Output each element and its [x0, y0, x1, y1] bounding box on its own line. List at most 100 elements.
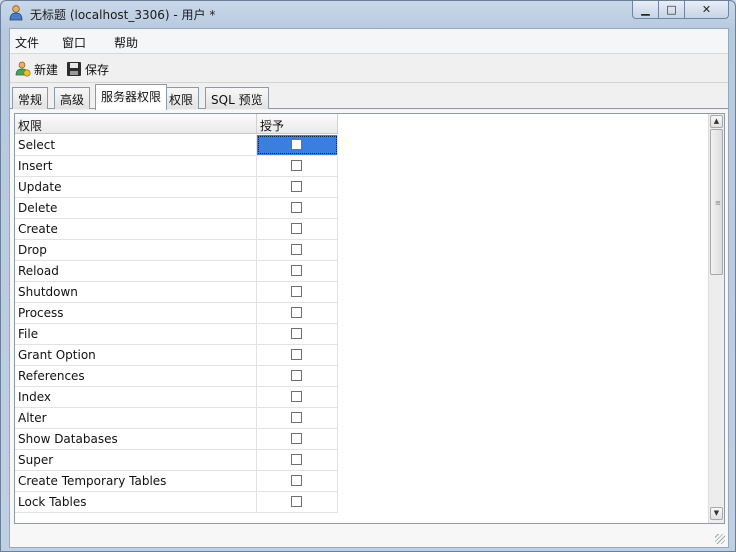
grant-cell[interactable]	[257, 387, 338, 407]
privileges-grid: 权限 授予 Select Insert Update Delete Create Drop…	[14, 113, 725, 524]
grant-checkbox[interactable]	[291, 223, 302, 234]
tab-general[interactable]: 常规	[12, 87, 49, 109]
table-row[interactable]: Create Temporary Tables	[15, 471, 338, 492]
privilege-name-cell[interactable]: Insert	[15, 156, 257, 176]
table-row[interactable]: Create	[15, 219, 338, 240]
vertical-scrollbar[interactable]: ▲ ≡ ▼	[708, 114, 724, 523]
window-title: 无标题 (localhost_3306) - 用户 *	[30, 8, 216, 22]
privilege-name-cell[interactable]: Select	[15, 135, 257, 155]
grant-cell[interactable]	[257, 219, 338, 239]
table-row[interactable]: Lock Tables	[15, 492, 338, 513]
maximize-button[interactable]: □	[659, 1, 685, 19]
grant-checkbox[interactable]	[291, 160, 302, 171]
grant-cell[interactable]	[257, 324, 338, 344]
table-row[interactable]: Process	[15, 303, 338, 324]
menu-file[interactable]: 文件	[15, 34, 39, 51]
privilege-name-cell[interactable]: Delete	[15, 198, 257, 218]
title-bar[interactable]: 无标题 (localhost_3306) - 用户 * ▁ □ ✕	[1, 1, 735, 27]
column-header-grant[interactable]: 授予	[257, 114, 338, 134]
privilege-name-cell[interactable]: Create	[15, 219, 257, 239]
grant-cell[interactable]	[257, 177, 338, 197]
privilege-name-cell[interactable]: Shutdown	[15, 282, 257, 302]
table-row[interactable]: Index	[15, 387, 338, 408]
close-button[interactable]: ✕	[685, 1, 729, 19]
grant-checkbox[interactable]	[291, 244, 302, 255]
table-row[interactable]: Delete	[15, 198, 338, 219]
column-header-privilege[interactable]: 权限	[15, 114, 257, 134]
privilege-name-cell[interactable]: Show Databases	[15, 429, 257, 449]
grant-cell[interactable]	[257, 345, 338, 365]
table-row[interactable]: Insert	[15, 156, 338, 177]
grant-checkbox[interactable]	[291, 181, 302, 192]
grant-cell[interactable]	[257, 303, 338, 323]
grant-checkbox[interactable]	[291, 286, 302, 297]
grant-checkbox[interactable]	[291, 391, 302, 402]
privilege-name-cell[interactable]: Super	[15, 450, 257, 470]
tab-sql-preview[interactable]: SQL 预览	[205, 87, 269, 109]
grant-cell[interactable]	[257, 282, 338, 302]
grant-cell[interactable]	[257, 429, 338, 449]
table-row[interactable]: Select	[15, 135, 338, 156]
tab-privileges[interactable]: 权限	[163, 87, 200, 109]
grant-checkbox[interactable]	[291, 328, 302, 339]
privilege-name-cell[interactable]: Process	[15, 303, 257, 323]
table-row[interactable]: Show Databases	[15, 429, 338, 450]
grant-checkbox[interactable]	[291, 202, 302, 213]
menu-window[interactable]: 窗口	[62, 34, 86, 51]
grant-checkbox[interactable]	[291, 307, 302, 318]
scroll-down-button[interactable]: ▼	[710, 507, 723, 520]
new-button[interactable]: 新建	[15, 60, 58, 78]
privilege-name-cell[interactable]: Drop	[15, 240, 257, 260]
tab-server-privileges[interactable]: 服务器权限	[95, 84, 168, 110]
grant-cell[interactable]	[257, 450, 338, 470]
grant-cell[interactable]	[257, 261, 338, 281]
table-row[interactable]: References	[15, 366, 338, 387]
scroll-thumb[interactable]: ≡	[710, 129, 723, 275]
minimize-button[interactable]: ▁	[632, 1, 659, 19]
grant-checkbox[interactable]	[291, 496, 302, 507]
table-row[interactable]: Super	[15, 450, 338, 471]
grant-checkbox[interactable]	[291, 433, 302, 444]
save-button[interactable]: 保存	[66, 60, 109, 78]
table-row[interactable]: Drop	[15, 240, 338, 261]
table-row[interactable]: Reload	[15, 261, 338, 282]
table-row[interactable]: Update	[15, 177, 338, 198]
grant-checkbox[interactable]	[291, 412, 302, 423]
window-controls: ▁ □ ✕	[632, 1, 729, 19]
privilege-name-cell[interactable]: Index	[15, 387, 257, 407]
table-row[interactable]: Shutdown	[15, 282, 338, 303]
menu-bar: 文件 窗口 帮助	[10, 29, 728, 54]
grant-checkbox[interactable]	[291, 475, 302, 486]
new-user-icon	[15, 61, 31, 77]
privilege-name-cell[interactable]: References	[15, 366, 257, 386]
grant-cell[interactable]	[257, 156, 338, 176]
privilege-name-cell[interactable]: Alter	[15, 408, 257, 428]
menu-help[interactable]: 帮助	[114, 34, 138, 51]
table-row[interactable]: Grant Option	[15, 345, 338, 366]
privilege-name-cell[interactable]: Lock Tables	[15, 492, 257, 512]
scroll-up-button[interactable]: ▲	[710, 115, 723, 128]
grant-checkbox[interactable]	[291, 370, 302, 381]
grip-icon: ≡	[715, 199, 721, 207]
grid-header: 权限 授予	[15, 114, 338, 134]
grant-checkbox[interactable]	[291, 349, 302, 360]
privilege-name-cell[interactable]: Update	[15, 177, 257, 197]
grant-cell[interactable]	[257, 135, 338, 155]
table-row[interactable]: Alter	[15, 408, 338, 429]
grant-cell[interactable]	[257, 408, 338, 428]
table-row[interactable]: File	[15, 324, 338, 345]
tab-advanced[interactable]: 高级	[54, 87, 91, 109]
grant-checkbox[interactable]	[291, 265, 302, 276]
grant-checkbox[interactable]	[291, 139, 302, 150]
privilege-name-cell[interactable]: File	[15, 324, 257, 344]
grant-cell[interactable]	[257, 471, 338, 491]
privilege-name-cell[interactable]: Grant Option	[15, 345, 257, 365]
privilege-name-cell[interactable]: Reload	[15, 261, 257, 281]
resize-grip-icon[interactable]	[715, 534, 725, 544]
grant-cell[interactable]	[257, 366, 338, 386]
grant-cell[interactable]	[257, 492, 338, 512]
grant-cell[interactable]	[257, 240, 338, 260]
grant-checkbox[interactable]	[291, 454, 302, 465]
grant-cell[interactable]	[257, 198, 338, 218]
privilege-name-cell[interactable]: Create Temporary Tables	[15, 471, 257, 491]
